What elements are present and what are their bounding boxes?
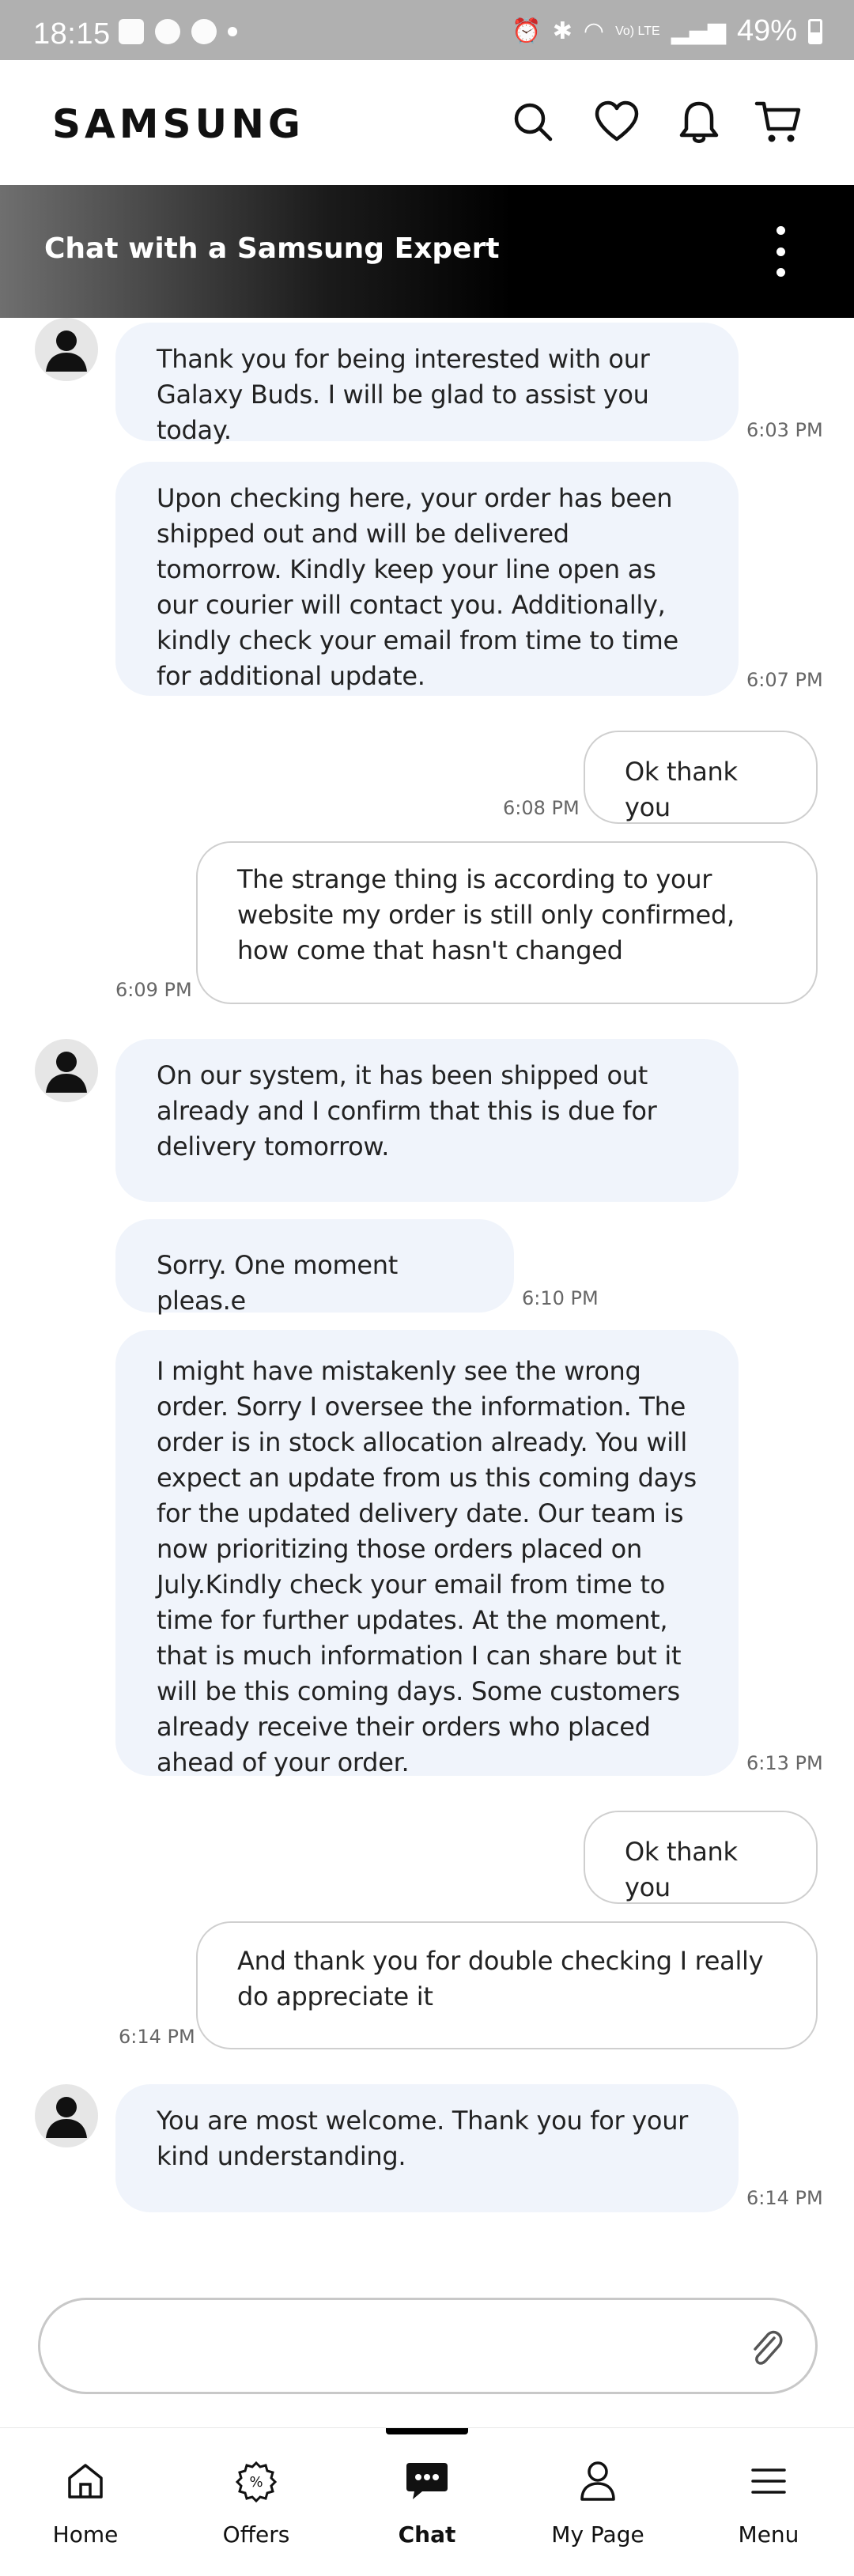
message-input[interactable] xyxy=(72,2324,720,2371)
wishlist-heart-icon[interactable] xyxy=(591,96,642,147)
message-timestamp: 6:03 PM xyxy=(746,419,823,441)
person-icon xyxy=(575,2458,621,2504)
battery-icon xyxy=(808,18,822,44)
more-options-icon[interactable] xyxy=(769,226,792,277)
nav-menu[interactable]: Menu xyxy=(683,2428,854,2576)
message-input-container xyxy=(38,2298,818,2394)
agent-message: Upon checking here, your order has been … xyxy=(115,462,739,696)
message-timestamp: 6:14 PM xyxy=(119,2026,195,2048)
message-timestamp: 6:14 PM xyxy=(746,2187,823,2209)
nav-label: Menu xyxy=(738,2521,799,2548)
nav-chat[interactable]: Chat xyxy=(342,2428,512,2576)
bottom-navigation: Home % Offers Chat My Page Menu xyxy=(0,2427,854,2576)
message-timestamp: 6:08 PM xyxy=(503,797,580,819)
samsung-logo[interactable]: SAMSUNG xyxy=(52,101,304,147)
nav-label: Chat xyxy=(398,2521,456,2548)
message-timestamp: 6:09 PM xyxy=(115,979,192,1001)
agent-message: Sorry. One moment pleas.e xyxy=(115,1219,514,1316)
message-timestamp: 6:13 PM xyxy=(746,1752,823,1774)
more-notifications-icon xyxy=(228,27,237,36)
nav-label: Home xyxy=(52,2521,119,2548)
game-icon xyxy=(191,19,217,44)
battery-percent: 49% xyxy=(736,14,797,47)
nav-label: Offers xyxy=(222,2521,290,2548)
status-time: 18:15 xyxy=(33,17,111,51)
chat-title: Chat with a Samsung Expert xyxy=(44,232,500,265)
chat-banner: Chat with a Samsung Expert xyxy=(0,185,854,318)
wifi-icon: ◠ xyxy=(583,17,605,45)
notification-bell-icon[interactable] xyxy=(674,96,724,147)
nav-label: My Page xyxy=(551,2521,644,2548)
message-timestamp: 6:10 PM xyxy=(522,1287,599,1309)
gallery-icon xyxy=(119,19,144,44)
agent-avatar xyxy=(35,318,98,381)
cart-icon[interactable] xyxy=(753,96,803,147)
signal-icon: ▂▄▆ xyxy=(671,17,726,45)
bluetooth-icon: ✱ xyxy=(552,17,572,45)
agent-message: Thank you for being interested with our … xyxy=(115,323,739,445)
search-icon[interactable] xyxy=(508,96,558,147)
user-message: Ok thank you xyxy=(584,731,818,824)
alarm-icon: ⏰ xyxy=(512,17,542,45)
notification-icons xyxy=(119,19,237,44)
user-message: Ok thank you xyxy=(584,1811,818,1904)
system-icons: ⏰ ✱ ◠ Vo) LTE ▂▄▆ 49% xyxy=(512,14,822,48)
offers-icon: % xyxy=(233,2458,279,2504)
chat-icon xyxy=(404,2458,450,2504)
status-bar: 18:15 ⏰ ✱ ◠ Vo) LTE ▂▄▆ 49% xyxy=(0,0,854,60)
message-timestamp: 6:07 PM xyxy=(746,669,823,691)
network-type: Vo) LTE xyxy=(615,24,660,38)
user-message: The strange thing is according to your w… xyxy=(196,841,818,1004)
agent-avatar xyxy=(35,1039,98,1102)
menu-icon xyxy=(746,2458,792,2504)
user-message: And thank you for double checking I real… xyxy=(196,1921,818,2049)
agent-avatar xyxy=(35,2084,98,2147)
messenger-icon xyxy=(155,19,180,44)
agent-message: You are most welcome. Thank you for your… xyxy=(115,2084,739,2212)
nav-home[interactable]: Home xyxy=(0,2428,171,2576)
agent-message: On our system, it has been shipped out a… xyxy=(115,1039,739,1202)
agent-message: I might have mistakenly see the wrong or… xyxy=(115,1330,739,1777)
attachment-paperclip-icon[interactable] xyxy=(744,2325,788,2370)
nav-offers[interactable]: % Offers xyxy=(171,2428,342,2576)
nav-my-page[interactable]: My Page xyxy=(512,2428,683,2576)
home-icon xyxy=(62,2458,108,2504)
svg-text:%: % xyxy=(249,2474,263,2491)
app-header: SAMSUNG xyxy=(0,60,854,185)
